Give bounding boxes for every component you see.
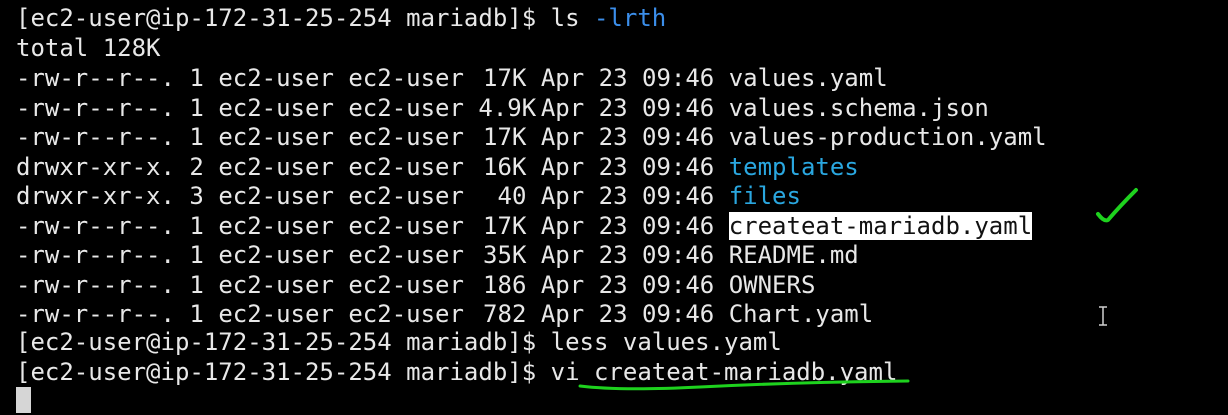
file-size: 35K — [483, 241, 527, 269]
shell-prompt: [ec2-user@ip-172-31-25-254 mariadb]$ — [16, 4, 551, 32]
total-line: total 128K — [16, 34, 161, 62]
file-permissions: drwxr-xr-x. — [16, 152, 175, 181]
file-date: Apr 23 09:46 — [540, 123, 715, 151]
command-line-vi: [ec2-user@ip-172-31-25-254 mariadb]$ vi … — [16, 357, 897, 387]
listing-row: -rw-r--r--. 1 ec2-user ec2-user 782 Apr … — [16, 299, 873, 329]
file-owner: ec2-user — [218, 93, 334, 122]
file-size: 16K — [483, 152, 527, 181]
command-text: ls — [550, 4, 580, 32]
file-owner: ec2-user — [218, 152, 334, 181]
file-owner: ec2-user — [218, 241, 334, 269]
file-group: ec2-user — [348, 64, 464, 92]
file-date: Apr 23 09:46 — [540, 211, 715, 240]
terminal-window[interactable]: [ec2-user@ip-172-31-25-254 mariadb]$ ls … — [0, 0, 1228, 415]
file-owner: ec2-user — [218, 64, 334, 92]
text-cursor-icon — [1099, 306, 1107, 326]
file-links: 1 — [189, 270, 204, 299]
file-group: ec2-user — [348, 270, 464, 299]
command-text: vi createat-mariadb.yaml — [550, 358, 898, 386]
file-links: 1 — [189, 241, 204, 269]
listing-row: -rw-r--r--. 1 ec2-user ec2-user 4.9K Apr… — [16, 93, 989, 123]
file-permissions: -rw-r--r--. — [16, 270, 175, 299]
file-name: values-production.yaml — [728, 123, 1047, 151]
file-size: 17K — [483, 211, 527, 240]
file-date: Apr 23 09:46 — [540, 182, 715, 210]
file-size: 4.9K — [478, 93, 537, 122]
listing-row: -rw-r--r--. 1 ec2-user ec2-user 17K Apr … — [16, 122, 1047, 152]
command-line-ls: [ec2-user@ip-172-31-25-254 mariadb]$ ls … — [16, 3, 666, 33]
listing-row: -rw-r--r--. 1 ec2-user ec2-user 17K Apr … — [16, 63, 888, 93]
command-flag: -lrth — [593, 4, 667, 32]
file-owner: ec2-user — [218, 270, 334, 299]
listing-row: drwxr-xr-x. 3 ec2-user ec2-user 40 Apr 2… — [16, 181, 801, 211]
file-date: Apr 23 09:46 — [540, 241, 715, 269]
file-links: 1 — [189, 211, 204, 240]
terminal-cursor — [16, 387, 31, 413]
file-group: ec2-user — [348, 123, 464, 151]
listing-row: drwxr-xr-x. 2 ec2-user ec2-user 16K Apr … — [16, 152, 859, 182]
file-permissions: -rw-r--r--. — [16, 123, 175, 151]
file-name: createat-mariadb.yaml — [728, 211, 1033, 240]
file-date: Apr 23 09:46 — [540, 300, 715, 328]
file-links: 1 — [189, 93, 204, 122]
file-date: Apr 23 09:46 — [540, 93, 715, 122]
file-links: 1 — [189, 64, 204, 92]
file-name: values.yaml — [728, 64, 888, 92]
file-permissions: -rw-r--r--. — [16, 93, 175, 122]
file-name: files — [728, 182, 801, 210]
shell-prompt: [ec2-user@ip-172-31-25-254 mariadb]$ — [16, 328, 551, 356]
file-group: ec2-user — [348, 93, 464, 122]
file-date: Apr 23 09:46 — [540, 152, 715, 181]
file-owner: ec2-user — [218, 300, 334, 328]
listing-row: -rw-r--r--. 1 ec2-user ec2-user 186 Apr … — [16, 270, 815, 300]
file-owner: ec2-user — [218, 182, 334, 210]
file-date: Apr 23 09:46 — [540, 270, 715, 299]
file-name: values.schema.json — [728, 93, 989, 122]
file-size: 782 — [483, 300, 527, 328]
file-date: Apr 23 09:46 — [540, 64, 715, 92]
file-group: ec2-user — [348, 152, 464, 181]
file-size: 17K — [483, 64, 527, 92]
file-permissions: -rw-r--r--. — [16, 241, 175, 269]
file-links: 1 — [189, 123, 204, 151]
file-name: templates — [728, 152, 859, 181]
file-group: ec2-user — [348, 241, 464, 269]
file-owner: ec2-user — [218, 123, 334, 151]
file-links: 3 — [189, 182, 204, 210]
file-permissions: -rw-r--r--. — [16, 211, 175, 240]
shell-prompt: [ec2-user@ip-172-31-25-254 mariadb]$ — [16, 358, 551, 386]
file-owner: ec2-user — [218, 211, 334, 240]
file-links: 1 — [189, 300, 204, 328]
file-group: ec2-user — [348, 300, 464, 328]
command-line-less: [ec2-user@ip-172-31-25-254 mariadb]$ les… — [16, 327, 782, 357]
file-size: 40 — [497, 182, 527, 210]
file-size: 17K — [483, 123, 527, 151]
listing-row: -rw-r--r--. 1 ec2-user ec2-user 35K Apr … — [16, 240, 859, 270]
file-permissions: -rw-r--r--. — [16, 300, 175, 328]
file-name: README.md — [728, 241, 859, 269]
file-group: ec2-user — [348, 211, 464, 240]
file-permissions: drwxr-xr-x. — [16, 182, 175, 210]
checkmark-icon — [1096, 188, 1138, 223]
listing-row: -rw-r--r--. 1 ec2-user ec2-user 17K Apr … — [16, 211, 1033, 241]
file-links: 2 — [189, 152, 204, 181]
file-name: OWNERS — [728, 270, 816, 299]
file-size: 186 — [483, 270, 527, 299]
file-group: ec2-user — [348, 182, 464, 210]
file-name: Chart.yaml — [728, 300, 874, 328]
file-permissions: -rw-r--r--. — [16, 64, 175, 92]
command-text: less values.yaml — [550, 328, 782, 356]
